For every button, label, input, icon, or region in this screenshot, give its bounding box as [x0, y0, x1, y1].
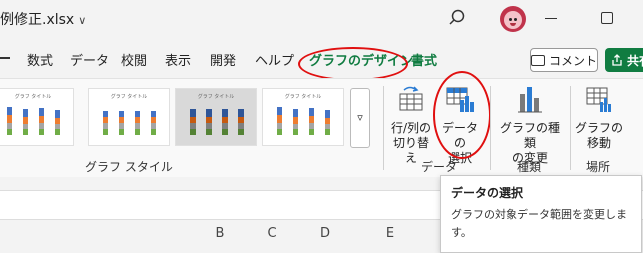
avatar[interactable]: [500, 6, 526, 32]
comment-icon: [531, 54, 545, 66]
column-header-d[interactable]: D: [305, 219, 345, 251]
chart-style-preview-icon: [190, 109, 244, 135]
change-chart-type-button[interactable]: グラフの種類 の変更: [495, 84, 565, 166]
tab-data[interactable]: データ: [70, 50, 109, 69]
group-label-data: データ: [421, 160, 458, 174]
column-header-b[interactable]: B: [200, 219, 240, 251]
highlight-circle-button: [433, 71, 491, 159]
tab-format[interactable]: 書式: [411, 50, 437, 69]
chart-style-thumb[interactable]: グラフ タイトル: [88, 88, 170, 146]
tab-help[interactable]: ヘルプ: [255, 50, 294, 69]
group-divider: [570, 86, 571, 170]
tab-view[interactable]: 表示: [165, 50, 191, 69]
column-header-c[interactable]: C: [252, 219, 292, 251]
chart-style-preview-icon: [7, 107, 60, 135]
group-label-chart-styles: グラフ スタイル: [85, 160, 173, 174]
search-icon[interactable]: [447, 8, 467, 28]
chart-style-thumb-selected[interactable]: グラフ タイトル: [175, 88, 257, 146]
switch-row-column-button[interactable]: 行/列の 切り替え: [388, 84, 434, 166]
tooltip-body: グラフの対象データ範囲を変更します。: [451, 208, 627, 239]
switch-row-column-label-1: 行/列の: [390, 121, 432, 135]
highlight-circle-tab: [298, 47, 408, 81]
tooltip: データの選択 グラフの対象データ範囲を変更します。: [440, 175, 642, 253]
group-label-type: 種類: [517, 160, 542, 174]
group-label-location: 場所: [586, 160, 611, 174]
group-divider: [490, 86, 491, 170]
comment-label: コメント: [549, 53, 598, 68]
chevron-down-icon: ▿: [357, 111, 363, 124]
title-bar: 例修正.xlsx ∨: [0, 0, 643, 38]
move-chart-label-2: 移動: [586, 136, 611, 150]
move-chart-button[interactable]: グラフの 移動: [575, 84, 623, 151]
chart-style-thumb[interactable]: グラフ タイトル: [0, 88, 74, 146]
move-chart-icon: [586, 87, 611, 112]
share-icon: [612, 54, 622, 66]
gallery-more-button[interactable]: ▿: [350, 88, 370, 148]
column-header-e[interactable]: E: [370, 219, 410, 251]
tab-home-partial[interactable]: [0, 50, 10, 65]
move-chart-label-1: グラフの: [575, 121, 624, 135]
tab-developer[interactable]: 開発: [210, 50, 236, 69]
share-button[interactable]: 共有: [605, 48, 643, 72]
group-divider: [383, 86, 384, 170]
share-label: 共有: [627, 53, 643, 68]
maximize-button[interactable]: [601, 12, 613, 24]
file-name-label: 例修正.xlsx: [0, 12, 75, 28]
file-name[interactable]: 例修正.xlsx ∨: [0, 9, 86, 29]
chart-style-preview-icon: [277, 107, 330, 135]
tooltip-title: データの選択: [451, 186, 524, 200]
change-chart-type-icon: [518, 87, 542, 113]
switch-row-column-icon: [399, 86, 423, 111]
chevron-down-icon: ∨: [78, 14, 87, 27]
change-chart-type-label-1: グラフの種類: [499, 121, 560, 150]
comment-button[interactable]: コメント: [530, 48, 598, 72]
minimize-button[interactable]: [545, 18, 557, 19]
chart-style-preview-icon: [103, 111, 156, 135]
tab-formulas[interactable]: 数式: [27, 50, 53, 69]
chart-style-thumb[interactable]: グラフ タイトル: [262, 88, 344, 146]
tab-review[interactable]: 校閲: [121, 50, 147, 69]
